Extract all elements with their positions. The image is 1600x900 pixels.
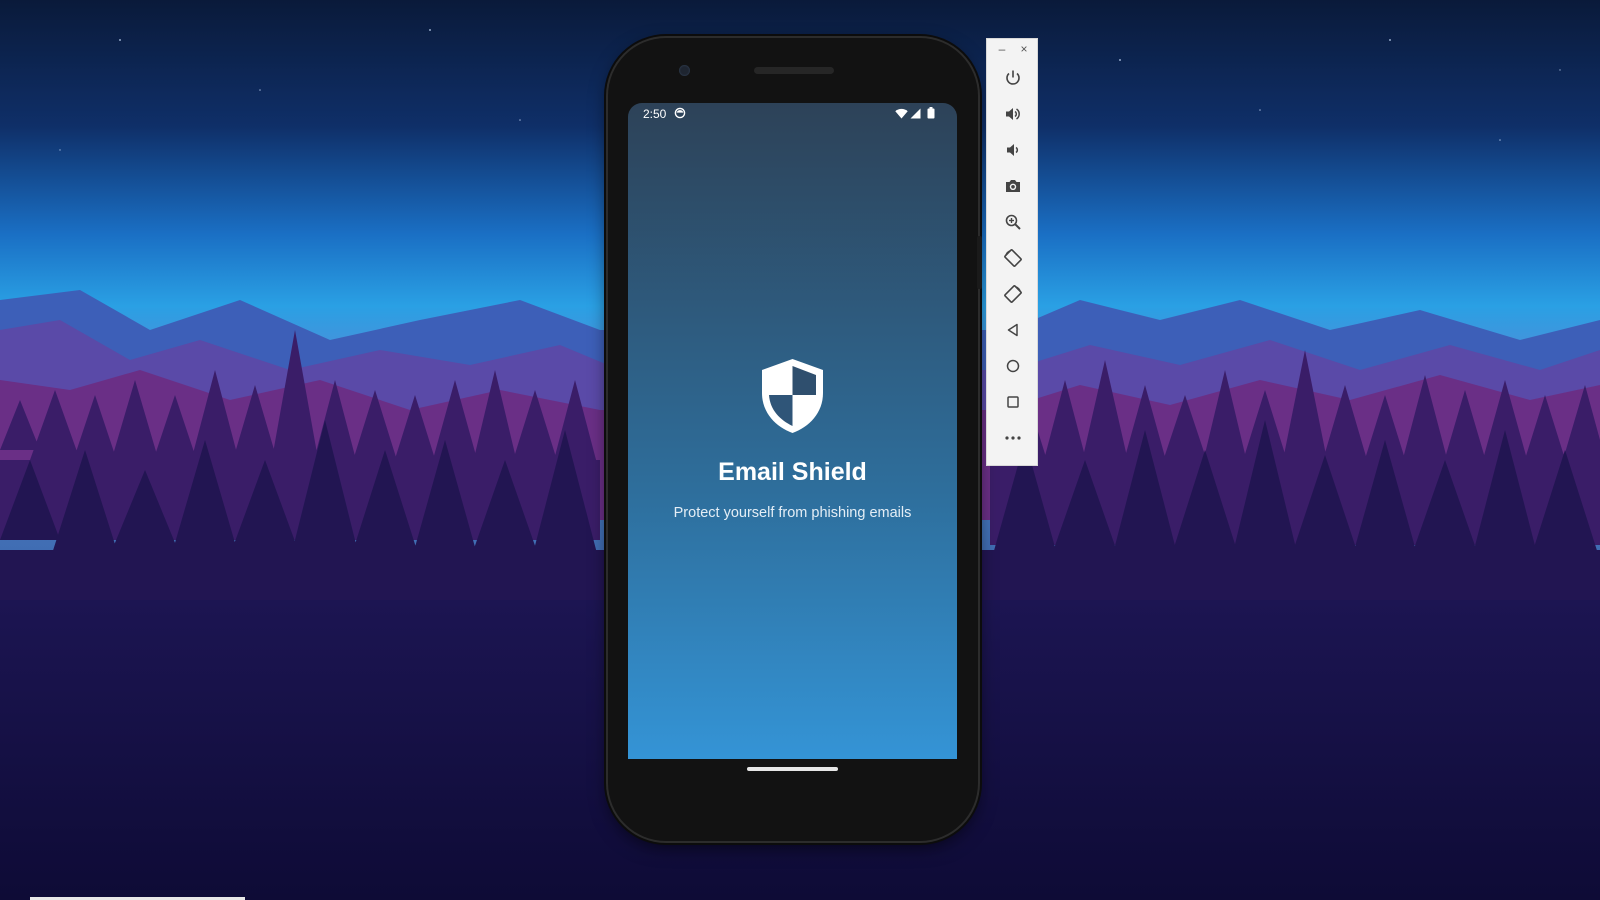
rotate-right-icon xyxy=(1004,285,1022,303)
minimize-button[interactable]: – xyxy=(995,42,1009,56)
zoom-icon xyxy=(1005,214,1021,230)
screenshot-button[interactable] xyxy=(1001,174,1025,198)
power-icon xyxy=(1006,70,1020,85)
status-icons xyxy=(895,107,935,119)
camera-icon xyxy=(1006,180,1020,192)
gesture-nav-bar[interactable] xyxy=(747,767,838,771)
rotate-right-button[interactable] xyxy=(1001,282,1025,306)
emulator-toolbar: – × xyxy=(986,38,1038,466)
front-camera xyxy=(679,65,690,76)
wifi-icon xyxy=(895,108,908,118)
phone-screen[interactable]: 2:50 Email Shield Protect yourself from … xyxy=(628,103,957,759)
app-title: Email Shield xyxy=(718,458,867,486)
rotate-left-icon xyxy=(1004,249,1022,267)
overview-button[interactable] xyxy=(1001,390,1025,414)
shield-icon xyxy=(762,359,823,433)
signal-icon xyxy=(910,108,921,118)
power-button[interactable] xyxy=(1001,66,1025,90)
more-icon xyxy=(1005,436,1021,440)
close-button[interactable]: × xyxy=(1017,42,1031,56)
volume-up-icon xyxy=(1006,108,1020,120)
volume-down-icon xyxy=(1007,144,1019,156)
back-button[interactable] xyxy=(1001,318,1025,342)
notification-icon xyxy=(674,107,686,119)
home-button[interactable] xyxy=(1001,354,1025,378)
rotate-left-button[interactable] xyxy=(1001,246,1025,270)
overview-icon xyxy=(1007,396,1019,408)
more-button[interactable] xyxy=(1001,426,1025,450)
volume-down-button[interactable] xyxy=(1001,138,1025,162)
desktop: 2:50 Email Shield Protect yourself from … xyxy=(0,0,1600,900)
phone-side-button xyxy=(977,236,982,289)
battery-icon xyxy=(927,107,935,119)
home-icon xyxy=(1006,359,1020,373)
volume-up-button[interactable] xyxy=(1001,102,1025,126)
back-icon xyxy=(1007,323,1018,337)
emulator-phone-frame: 2:50 Email Shield Protect yourself from … xyxy=(608,38,982,841)
zoom-button[interactable] xyxy=(1001,210,1025,234)
status-time: 2:50 xyxy=(643,107,667,121)
earpiece-speaker xyxy=(754,67,834,74)
status-bar: 2:50 xyxy=(628,103,957,125)
app-tagline: Protect yourself from phishing emails xyxy=(673,505,912,521)
